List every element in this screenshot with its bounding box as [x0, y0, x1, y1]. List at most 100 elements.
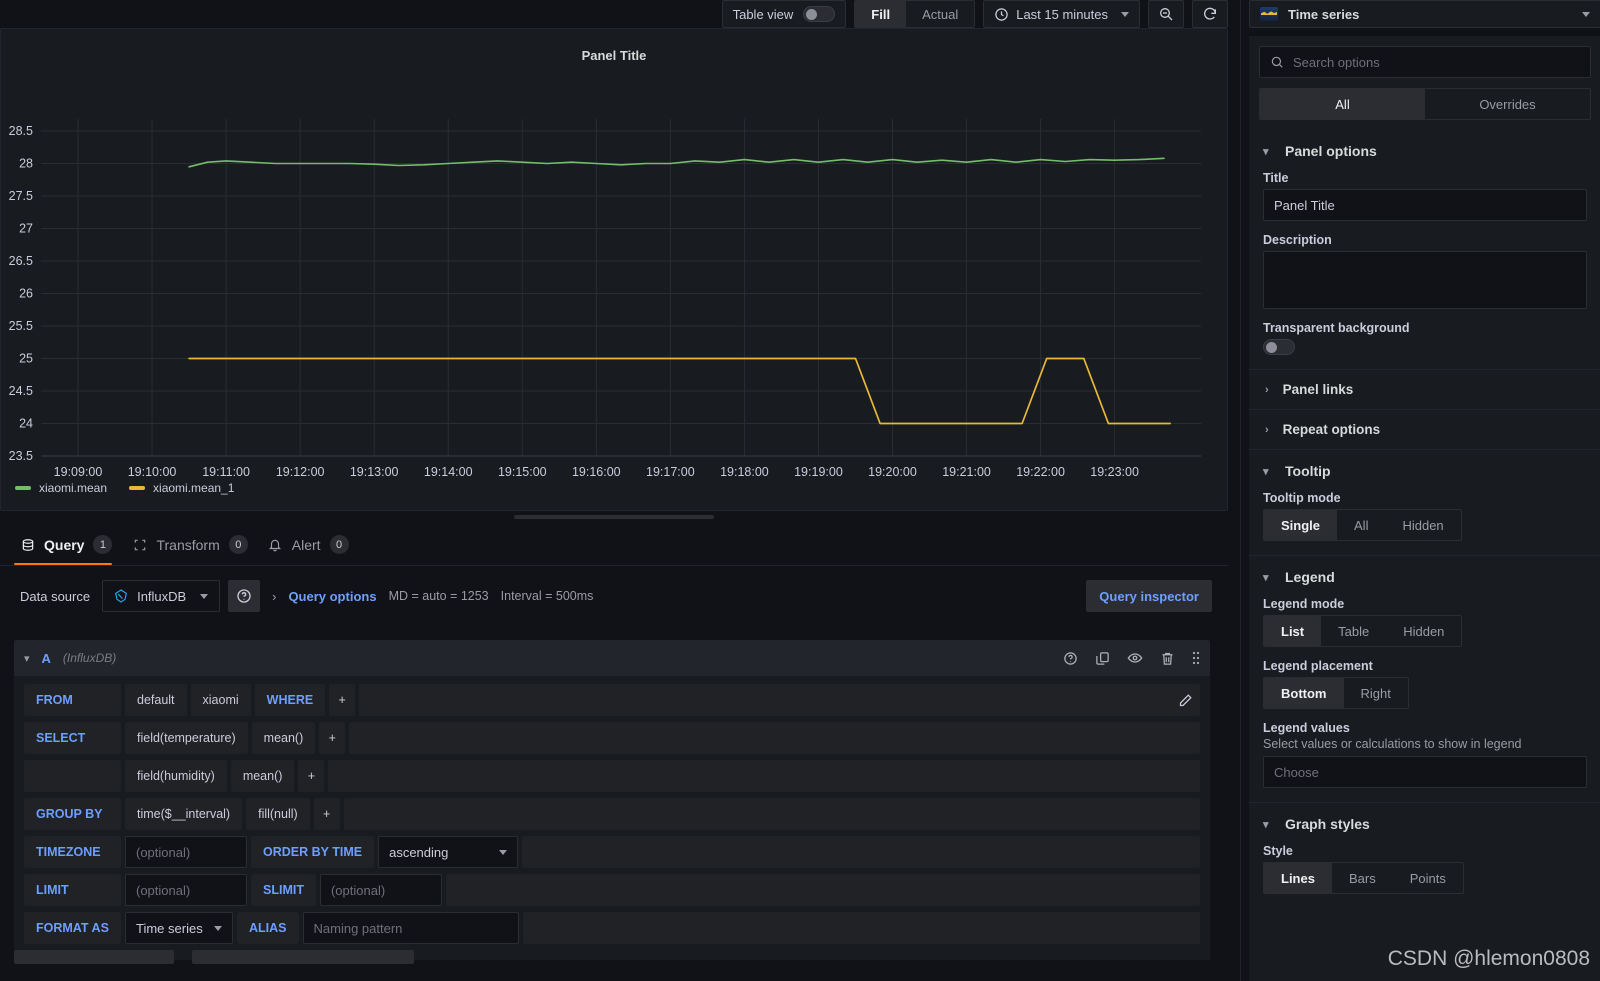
- tooltip-mode-single[interactable]: Single: [1264, 510, 1338, 540]
- query-datasource-name: (InfluxDB): [62, 651, 117, 665]
- from-measurement[interactable]: xiaomi: [190, 684, 251, 716]
- add-expression-button-stub[interactable]: [192, 950, 414, 964]
- panel-title-input[interactable]: Panel Title: [1263, 189, 1587, 221]
- legend-item[interactable]: xiaomi.mean: [15, 481, 107, 495]
- from-policy[interactable]: default: [125, 684, 187, 716]
- query-options-label[interactable]: Query options: [288, 589, 376, 604]
- trash-icon[interactable]: [1160, 651, 1175, 666]
- options-search-box[interactable]: Search options: [1259, 46, 1591, 78]
- select2-function[interactable]: mean(): [230, 760, 295, 792]
- legend-mode-hidden[interactable]: Hidden: [1386, 616, 1461, 646]
- legend-values-description: Select values or calculations to show in…: [1263, 737, 1522, 751]
- limit-input[interactable]: (optional): [125, 874, 247, 906]
- tooltip-mode-group: Single All Hidden: [1263, 509, 1462, 541]
- editor-tabs: Query 1 Transform 0 Alert 0: [0, 524, 1228, 566]
- legend-mode-label: Legend mode: [1263, 597, 1345, 611]
- options-scroll-area[interactable]: Search options All Overrides ▾ Panel opt…: [1249, 36, 1600, 981]
- fill-button[interactable]: Fill: [855, 0, 907, 28]
- duplicate-icon[interactable]: [1095, 651, 1110, 666]
- alias-input[interactable]: Naming pattern: [302, 912, 519, 944]
- tab-alert[interactable]: Alert 0: [262, 535, 363, 565]
- from-add-button[interactable]: +: [329, 684, 356, 716]
- table-view-toggle-group[interactable]: Table view: [721, 0, 847, 28]
- panel-resize-handle[interactable]: [514, 515, 714, 519]
- tab-transform[interactable]: Transform 0: [126, 535, 261, 565]
- svg-text:19:11:00: 19:11:00: [202, 465, 250, 479]
- select2-add-button[interactable]: +: [298, 760, 325, 792]
- help-circle-icon[interactable]: [1063, 651, 1078, 666]
- groupby-add-button[interactable]: +: [313, 798, 340, 830]
- legend-values-select[interactable]: Choose: [1263, 756, 1587, 788]
- format-as-select[interactable]: Time series: [125, 912, 233, 944]
- legend-header[interactable]: ▾ Legend: [1263, 569, 1587, 585]
- legend-placement-bottom[interactable]: Bottom: [1264, 678, 1344, 708]
- groupby-fill[interactable]: fill(null): [246, 798, 310, 830]
- panel-title: Panel Title: [581, 48, 647, 63]
- legend-placement-right[interactable]: Right: [1344, 678, 1408, 708]
- tooltip-mode-all[interactable]: All: [1337, 510, 1385, 540]
- legend-mode-table[interactable]: Table: [1321, 616, 1386, 646]
- graph-style-bars[interactable]: Bars: [1332, 863, 1393, 893]
- legend-placement-group: Bottom Right: [1263, 677, 1409, 709]
- add-query-button-stub[interactable]: [14, 950, 174, 964]
- select2-field[interactable]: field(humidity): [125, 760, 227, 792]
- drag-handle-icon[interactable]: [1192, 650, 1200, 666]
- datasource-help-button[interactable]: [228, 580, 261, 612]
- field-title: Title Panel Title: [1263, 171, 1587, 221]
- tooltip-header[interactable]: ▾ Tooltip: [1263, 463, 1587, 479]
- groupby-time[interactable]: time($__interval): [125, 798, 243, 830]
- panel-options-header[interactable]: ▾ Panel options: [1263, 143, 1587, 159]
- tab-all[interactable]: All: [1260, 89, 1425, 119]
- refresh-button[interactable]: [1192, 0, 1228, 28]
- legend-label: xiaomi.mean_1: [153, 481, 235, 495]
- query-ref-id[interactable]: A: [42, 651, 51, 666]
- slimit-input[interactable]: (optional): [319, 874, 442, 906]
- fill-actual-group[interactable]: Fill Actual: [854, 0, 976, 28]
- timezone-row-filler: [522, 836, 1200, 868]
- zoom-out-button[interactable]: [1148, 0, 1184, 28]
- tab-overrides[interactable]: Overrides: [1425, 89, 1590, 119]
- datasource-picker[interactable]: InfluxDB: [102, 580, 221, 612]
- zoom-out-icon: [1160, 8, 1173, 21]
- select1-field[interactable]: field(temperature): [125, 722, 248, 754]
- select1-function[interactable]: mean(): [251, 722, 316, 754]
- svg-text:25.5: 25.5: [9, 319, 33, 333]
- query-inspector-button[interactable]: Query inspector: [1086, 580, 1212, 612]
- tab-transform-count: 0: [228, 535, 248, 554]
- tab-query[interactable]: Query 1: [14, 535, 126, 565]
- graph-styles-header[interactable]: ▾ Graph styles: [1263, 816, 1587, 832]
- tooltip-mode-hidden[interactable]: Hidden: [1385, 510, 1460, 540]
- editor-left-pane: Table view Fill Actual Last 15 minutes P…: [0, 0, 1240, 981]
- legend-item[interactable]: xiaomi.mean_1: [129, 481, 234, 495]
- eye-icon[interactable]: [1127, 650, 1143, 666]
- select1-add-button[interactable]: +: [319, 722, 346, 754]
- timezone-input[interactable]: (optional): [125, 836, 247, 868]
- datasource-name: InfluxDB: [137, 588, 187, 604]
- svg-text:26: 26: [19, 287, 33, 301]
- repeat-options-row[interactable]: › Repeat options: [1249, 409, 1600, 449]
- query-options[interactable]: › Query options MD = auto = 1253 Interva…: [272, 589, 593, 604]
- legend-mode-group: List Table Hidden: [1263, 615, 1463, 647]
- table-view-switch[interactable]: [803, 6, 836, 22]
- collapse-caret-icon[interactable]: ▾: [24, 652, 30, 665]
- svg-text:24.5: 24.5: [9, 384, 33, 398]
- chevron-down-icon: ▾: [1263, 818, 1269, 831]
- graph-style-lines[interactable]: Lines: [1264, 863, 1332, 893]
- panel-links-row[interactable]: › Panel links: [1249, 369, 1600, 409]
- transparent-background-switch[interactable]: [1263, 339, 1295, 355]
- time-range-picker[interactable]: Last 15 minutes: [983, 0, 1140, 28]
- actual-button[interactable]: Actual: [906, 0, 974, 28]
- chevron-down-icon: [200, 593, 209, 599]
- visualization-picker[interactable]: Time series: [1249, 0, 1600, 28]
- timeseries-plot[interactable]: 28.5 28 27.5 27 26.5 26 25.5 25 24.5 24 23.5 19:09:…: [1, 71, 1229, 495]
- svg-text:19:14:00: 19:14:00: [424, 465, 473, 479]
- toggle-text-edit-mode-button[interactable]: [1170, 684, 1200, 716]
- tab-alert-label: Alert: [291, 536, 321, 553]
- order-by-time-select[interactable]: ascending: [378, 836, 519, 868]
- table-view-label: Table view: [732, 6, 794, 22]
- where-keyword[interactable]: WHERE: [254, 684, 326, 716]
- legend-mode-list[interactable]: List: [1264, 616, 1322, 646]
- svg-text:19:10:00: 19:10:00: [128, 465, 177, 479]
- panel-description-textarea[interactable]: [1263, 251, 1587, 309]
- graph-style-points[interactable]: Points: [1393, 863, 1463, 893]
